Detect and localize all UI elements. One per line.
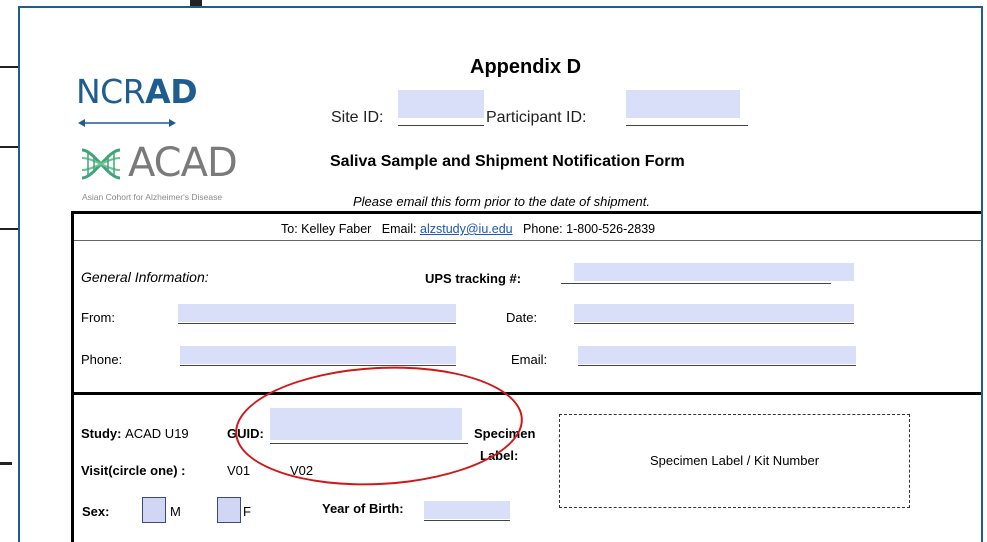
contact-info: To: Kelley Faber Email: alzstudy@iu.edu … bbox=[281, 222, 655, 236]
phone-label: Phone: bbox=[81, 352, 123, 367]
background-rule bbox=[0, 66, 20, 68]
participant-id-field[interactable] bbox=[626, 90, 740, 118]
ups-tracking-label: UPS tracking #: bbox=[425, 271, 522, 286]
appendix-title: Appendix D bbox=[470, 56, 582, 78]
from-underline bbox=[178, 323, 456, 324]
date-underline bbox=[574, 323, 854, 324]
specimen-box-text: Specimen Label / Kit Number bbox=[649, 453, 820, 468]
email-underline bbox=[578, 365, 856, 366]
participant-id-underline bbox=[626, 125, 748, 126]
background-dash bbox=[0, 462, 12, 465]
sex-option-m: M bbox=[170, 504, 181, 519]
contact-email-label: Email: bbox=[381, 222, 417, 236]
participant-id-label: Participant ID: bbox=[486, 109, 587, 126]
ups-tracking-underline bbox=[561, 283, 831, 284]
date-label: Date: bbox=[506, 310, 538, 325]
contact-name: Kelley Faber bbox=[301, 222, 372, 236]
background-rule bbox=[0, 228, 20, 230]
specimen-label-box[interactable]: Specimen Label / Kit Number bbox=[559, 414, 910, 508]
year-of-birth-field[interactable] bbox=[424, 501, 510, 519]
contact-phone: 1-800-526-2839 bbox=[566, 222, 656, 236]
visit-label: Visit(circle one) : bbox=[81, 463, 186, 478]
email-field[interactable] bbox=[578, 346, 856, 364]
date-field[interactable] bbox=[574, 304, 854, 322]
year-of-birth-underline bbox=[424, 520, 510, 521]
double-arrow-icon bbox=[78, 119, 176, 127]
year-of-birth-label: Year of Birth: bbox=[322, 501, 404, 516]
study-label: Study: ACAD U19 bbox=[81, 426, 189, 441]
section-divider bbox=[74, 392, 981, 395]
ncrad-logo-text: NCR bbox=[76, 72, 146, 111]
form-table: To: Kelley Faber Email: alzstudy@iu.edu … bbox=[71, 211, 981, 542]
sex-label: Sex: bbox=[82, 504, 110, 519]
ups-tracking-field[interactable] bbox=[574, 263, 854, 281]
site-id-field[interactable] bbox=[398, 90, 484, 118]
site-id-underline bbox=[398, 125, 484, 126]
general-info-heading: General Information: bbox=[81, 269, 209, 285]
contact-email-link[interactable]: alzstudy@iu.edu bbox=[420, 222, 513, 236]
acad-logo-subtitle: Asian Cohort for Alzheimer's Disease bbox=[82, 192, 223, 202]
phone-underline bbox=[180, 365, 456, 366]
acad-logo-text: ACAD bbox=[128, 140, 238, 186]
contact-divider bbox=[74, 240, 981, 241]
site-id-label: Site ID: bbox=[331, 109, 384, 126]
study-value: ACAD U19 bbox=[125, 426, 189, 441]
sex-option-f: F bbox=[243, 504, 251, 519]
acad-logo: ACAD Asian Cohort for Alzheimer's Diseas… bbox=[80, 140, 280, 210]
ncrad-logo: NCRAD bbox=[76, 72, 236, 134]
email-instruction: Please email this form prior to the date… bbox=[353, 194, 650, 209]
form-title: Saliva Sample and Shipment Notification … bbox=[330, 153, 685, 170]
form-document: NCRAD ACAD Asian Cohort for Alzheimer's … bbox=[18, 6, 983, 542]
sex-m-checkbox[interactable] bbox=[142, 497, 166, 523]
from-label: From: bbox=[81, 310, 115, 325]
visit-option-v01[interactable]: V01 bbox=[227, 463, 250, 478]
to-label: To: bbox=[281, 222, 298, 236]
from-field[interactable] bbox=[178, 304, 456, 322]
study-label-text: Study: bbox=[81, 426, 122, 441]
phone-field[interactable] bbox=[180, 346, 456, 364]
email-label: Email: bbox=[511, 352, 548, 367]
contact-phone-label: Phone: bbox=[523, 222, 563, 236]
sex-f-checkbox[interactable] bbox=[217, 497, 241, 523]
ncrad-logo-text-bold: AD bbox=[145, 72, 198, 111]
background-rule bbox=[0, 146, 20, 148]
dna-helix-icon bbox=[81, 148, 121, 180]
